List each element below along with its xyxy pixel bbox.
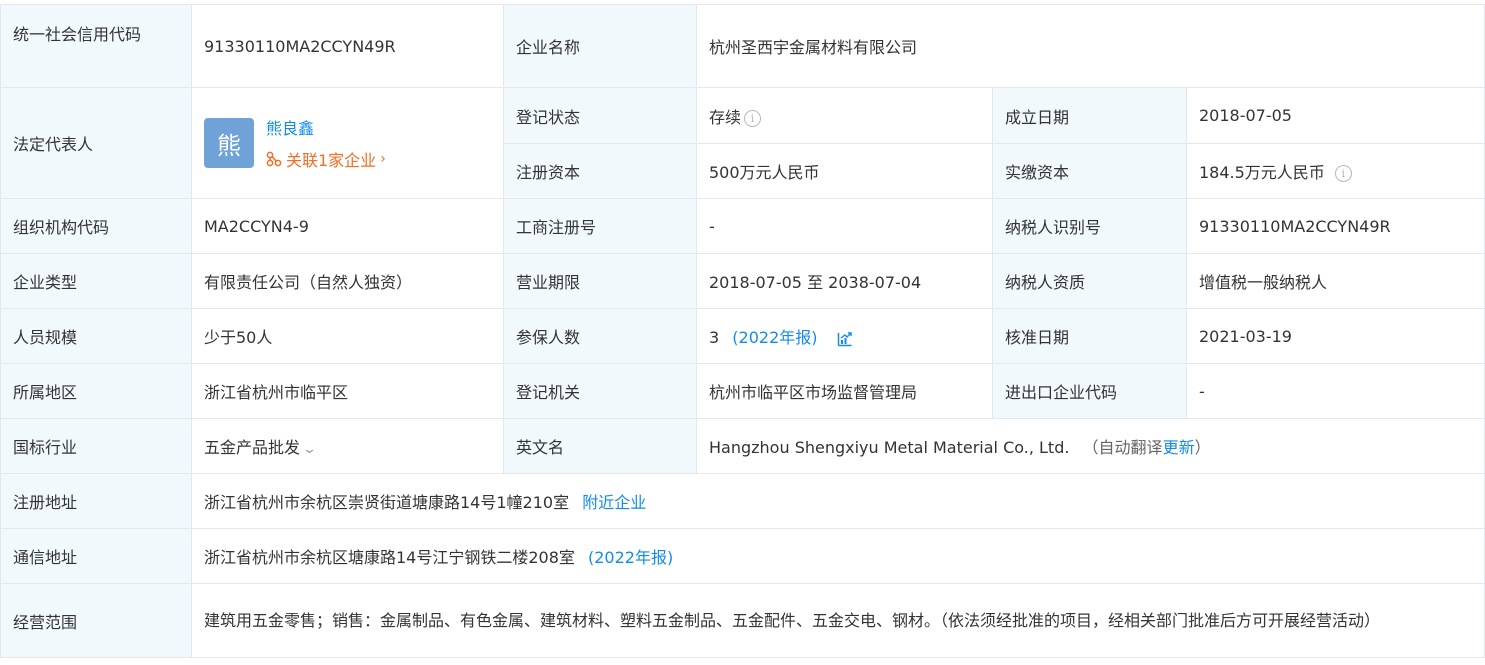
label-biz-term: 营业期限 <box>503 253 697 309</box>
related-companies-link[interactable]: 关联1家企业 › <box>266 147 386 171</box>
avatar[interactable]: 熊 <box>204 118 254 168</box>
row-company-type: 企业类型 有限责任公司（自然人独资） 营业期限 2018-07-05 至 203… <box>0 253 1485 309</box>
value-company-name: 杭州圣西宇金属材料有限公司 <box>696 4 1485 88</box>
legal-rep-name-link[interactable]: 熊良鑫 <box>266 115 386 139</box>
value-reg-capital: 500万元人民币 <box>696 143 993 199</box>
chevron-down-icon[interactable]: ⌄ <box>302 442 317 457</box>
label-org-code: 组织机构代码 <box>0 198 192 254</box>
value-taxpayer-qual: 增值税一般纳税人 <box>1186 253 1485 309</box>
value-biz-term: 2018-07-05 至 2038-07-04 <box>696 253 993 309</box>
row-credit-code: 统一社会信用代码 91330110MA2CCYN49R 企业名称 杭州圣西宇金属… <box>0 4 1485 88</box>
value-industry[interactable]: 五金产品批发 <box>204 438 300 457</box>
label-approval-date: 核准日期 <box>992 308 1187 364</box>
value-region: 浙江省杭州市临平区 <box>191 363 504 419</box>
row-status: 法定代表人 熊 熊良鑫 关联1家企业 › 登记状态 存续 i 成立日期 2018… <box>0 87 1485 199</box>
value-paid-capital-cell: 184.5万元人民币 i <box>1186 143 1485 199</box>
label-reg-status: 登记状态 <box>503 87 697 144</box>
value-biz-scope: 建筑用五金零售；销售：金属制品、有色金属、建筑材料、塑料五金制品、五金配件、五金… <box>191 583 1485 658</box>
row-staff: 人员规模 少于50人 参保人数 3 (2022年报) 核准日期 2021-03-… <box>0 308 1485 364</box>
chevron-right-icon: › <box>380 151 386 167</box>
translate-note-open: （自动翻译 <box>1082 438 1163 457</box>
label-reg-capital: 注册资本 <box>503 143 697 199</box>
label-mail-address: 通信地址 <box>0 528 192 584</box>
value-staff-size: 少于50人 <box>191 308 504 364</box>
legal-rep-text: 熊良鑫 关联1家企业 › <box>266 115 386 171</box>
value-reg-address: 浙江省杭州市余杭区崇贤街道塘康路14号1幢210室 <box>204 493 570 512</box>
value-mail-address: 浙江省杭州市余杭区塘康路14号江宁钢铁二楼208室 <box>204 548 575 567</box>
label-company-type: 企业类型 <box>0 253 192 309</box>
value-mail-address-cell: 浙江省杭州市余杭区塘康路14号江宁钢铁二楼208室 (2022年报) <box>191 528 1485 584</box>
row-org-code: 组织机构代码 MA2CCYN4-9 工商注册号 - 纳税人识别号 9133011… <box>0 198 1485 254</box>
label-paid-capital: 实缴资本 <box>992 143 1187 199</box>
value-industry-cell[interactable]: 五金产品批发 ⌄ <box>191 418 504 474</box>
legal-rep-cell: 熊 熊良鑫 关联1家企业 › <box>191 87 504 199</box>
info-circle-icon[interactable]: i <box>744 109 762 127</box>
label-biz-reg-no: 工商注册号 <box>503 198 697 254</box>
value-english-name: Hangzhou Shengxiyu Metal Material Co., L… <box>709 438 1070 457</box>
row-reg-address: 注册地址 浙江省杭州市余杭区崇贤街道塘康路14号1幢210室 附近企业 <box>0 473 1485 529</box>
translate-update-link[interactable]: 更新 <box>1163 438 1195 457</box>
value-found-date: 2018-07-05 <box>1186 87 1485 144</box>
label-region: 所属地区 <box>0 363 192 419</box>
network-icon <box>266 151 282 167</box>
info-circle-icon[interactable]: i <box>1334 165 1352 182</box>
label-taxpayer-id: 纳税人识别号 <box>992 198 1187 254</box>
nearby-companies-link[interactable]: 附近企业 <box>582 493 646 512</box>
insured-annual-report-link[interactable]: (2022年报) <box>732 328 817 347</box>
value-biz-reg-no: - <box>696 198 993 254</box>
company-info-table: 统一社会信用代码 91330110MA2CCYN49R 企业名称 杭州圣西宇金属… <box>0 4 1485 658</box>
label-credit-code: 统一社会信用代码 <box>0 4 192 88</box>
value-reg-address-cell: 浙江省杭州市余杭区崇贤街道塘康路14号1幢210室 附近企业 <box>191 473 1485 529</box>
value-reg-status-cell: 存续 i <box>696 87 993 144</box>
value-english-name-cell: Hangzhou Shengxiyu Metal Material Co., L… <box>696 418 1485 474</box>
trend-chart-icon[interactable] <box>837 331 853 347</box>
label-reg-authority: 登记机关 <box>503 363 697 419</box>
label-legal-rep: 法定代表人 <box>0 87 192 199</box>
row-region: 所属地区 浙江省杭州市临平区 登记机关 杭州市临平区市场监督管理局 进出口企业代… <box>0 363 1485 419</box>
value-insured-cell: 3 (2022年报) <box>696 308 993 364</box>
legal-rep: 熊 熊良鑫 关联1家企业 › <box>204 115 491 171</box>
value-reg-authority: 杭州市临平区市场监督管理局 <box>696 363 993 419</box>
value-reg-status: 存续 <box>709 107 742 127</box>
label-company-name: 企业名称 <box>503 4 697 88</box>
mail-annual-report-link[interactable]: (2022年报) <box>588 548 673 567</box>
label-taxpayer-qual: 纳税人资质 <box>992 253 1187 309</box>
label-staff-size: 人员规模 <box>0 308 192 364</box>
label-found-date: 成立日期 <box>992 87 1187 144</box>
related-companies-label: 关联1家企业 <box>286 151 377 170</box>
value-taxpayer-id: 91330110MA2CCYN49R <box>1186 198 1485 254</box>
label-ie-code: 进出口企业代码 <box>992 363 1187 419</box>
row-industry: 国标行业 五金产品批发 ⌄ 英文名 Hangzhou Shengxiyu Meta… <box>0 418 1485 474</box>
row-mail-address: 通信地址 浙江省杭州市余杭区塘康路14号江宁钢铁二楼208室 (2022年报) <box>0 528 1485 584</box>
row-biz-scope: 经营范围 建筑用五金零售；销售：金属制品、有色金属、建筑材料、塑料五金制品、五金… <box>0 583 1485 658</box>
value-paid-capital: 184.5万元人民币 <box>1199 163 1325 182</box>
label-insured: 参保人数 <box>503 308 697 364</box>
value-insured-count: 3 <box>709 328 720 347</box>
value-credit-code: 91330110MA2CCYN49R <box>191 4 504 88</box>
label-biz-scope: 经营范围 <box>0 583 192 658</box>
value-ie-code: - <box>1186 363 1485 419</box>
label-industry: 国标行业 <box>0 418 192 474</box>
value-org-code: MA2CCYN4-9 <box>191 198 504 254</box>
label-reg-address: 注册地址 <box>0 473 192 529</box>
translate-note-close: ） <box>1194 438 1211 457</box>
label-english-name: 英文名 <box>503 418 697 474</box>
value-company-type: 有限责任公司（自然人独资） <box>191 253 504 309</box>
value-approval-date: 2021-03-19 <box>1186 308 1485 364</box>
